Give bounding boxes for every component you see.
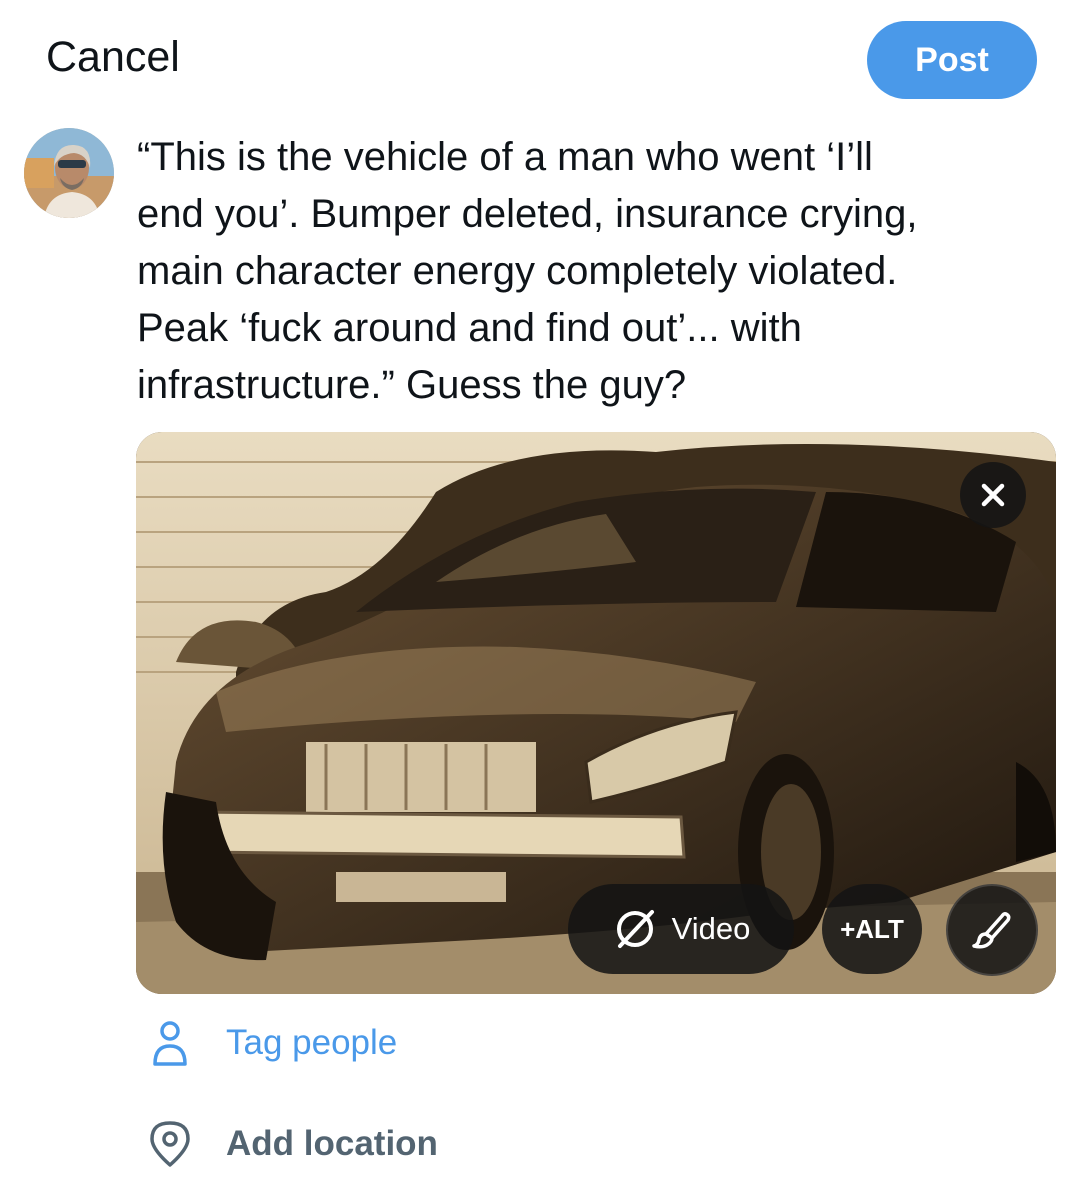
cancel-button[interactable]: Cancel bbox=[46, 30, 180, 84]
edit-media-button[interactable] bbox=[946, 884, 1038, 976]
close-icon bbox=[981, 483, 1005, 507]
media-attachment: Video +ALT bbox=[136, 432, 1056, 994]
person-icon bbox=[145, 1018, 195, 1068]
video-slash-icon bbox=[616, 910, 654, 948]
video-label: Video bbox=[671, 911, 751, 946]
avatar bbox=[24, 128, 114, 218]
alt-text-button[interactable]: +ALT bbox=[822, 884, 922, 974]
add-location-row[interactable]: Add location bbox=[145, 1119, 438, 1169]
tweet-text[interactable]: “This is the vehicle of a man who went ‘… bbox=[137, 129, 1057, 414]
tag-people-label: Tag people bbox=[226, 1023, 398, 1062]
location-pin-icon bbox=[145, 1119, 195, 1169]
brush-icon bbox=[972, 912, 1011, 949]
post-button[interactable]: Post bbox=[867, 21, 1037, 99]
video-button[interactable]: Video bbox=[568, 884, 794, 974]
tag-people-row[interactable]: Tag people bbox=[145, 1018, 397, 1068]
remove-media-button[interactable] bbox=[960, 462, 1026, 528]
add-location-label: Add location bbox=[226, 1124, 438, 1163]
